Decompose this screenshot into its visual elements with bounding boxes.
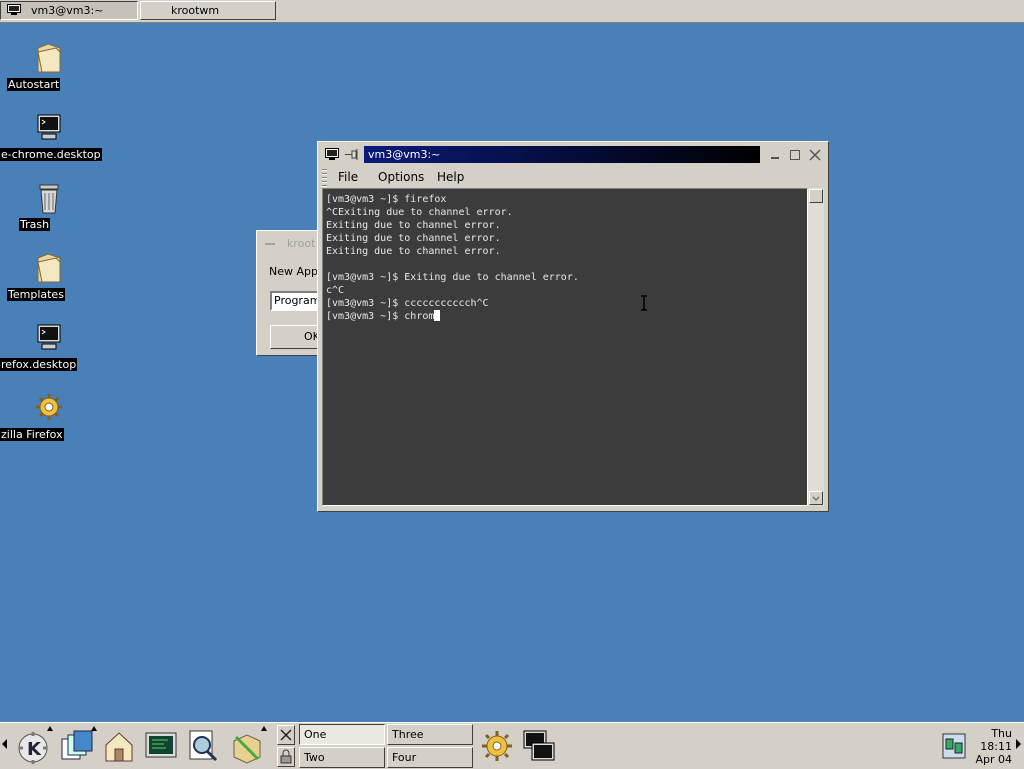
menu-file[interactable]: File bbox=[338, 169, 358, 185]
window-list-icon[interactable] bbox=[58, 727, 96, 765]
dialog-title: kroot bbox=[287, 237, 316, 250]
menubar-grip[interactable] bbox=[322, 169, 327, 187]
clock-date: Apr 04 bbox=[975, 753, 1012, 766]
terminal-icon[interactable] bbox=[325, 148, 339, 161]
folder-icon bbox=[37, 43, 61, 73]
menu-bar: File Options Help bbox=[320, 167, 826, 187]
folder-icon bbox=[37, 253, 61, 283]
minimize-icon[interactable] bbox=[768, 148, 782, 162]
terminal-icon bbox=[37, 114, 61, 140]
terminal-icon bbox=[37, 324, 61, 350]
menu-options[interactable]: Options bbox=[378, 169, 424, 185]
window-titlebar[interactable]: vm3@vm3:~ bbox=[320, 144, 826, 166]
network-monitor-icon[interactable] bbox=[942, 733, 966, 759]
terminal-prompt: [vm3@vm3 ~]$ bbox=[326, 311, 405, 322]
terminal-line: [vm3@vm3 ~]$ Exiting due to channel erro… bbox=[326, 272, 579, 283]
terminal-icon bbox=[7, 4, 21, 15]
terminal-text: [vm3@vm3 ~]$ firefox ^CExiting due to ch… bbox=[326, 193, 579, 323]
terminal-line: [vm3@vm3 ~]$ ccccccccccch^C bbox=[326, 298, 489, 309]
dialog-label: New Appl bbox=[269, 265, 322, 278]
lock-screen-button[interactable] bbox=[277, 747, 295, 767]
vertical-scrollbar[interactable] bbox=[808, 188, 824, 506]
terminal-icon[interactable] bbox=[520, 727, 558, 765]
gear-icon[interactable] bbox=[478, 727, 516, 765]
close-icon bbox=[280, 729, 292, 741]
chevron-down-icon bbox=[812, 496, 820, 501]
pin-icon[interactable] bbox=[344, 148, 360, 161]
maximize-icon[interactable] bbox=[788, 148, 802, 162]
clock-day: Thu bbox=[991, 727, 1012, 740]
close-window-button[interactable] bbox=[277, 725, 295, 745]
desktop-three-button[interactable]: Three bbox=[387, 724, 473, 745]
desktop-icon-label: Trash bbox=[19, 218, 51, 231]
panel-hide-left-arrow-icon[interactable] bbox=[2, 739, 7, 749]
desktop-two-button[interactable]: Two bbox=[299, 747, 385, 768]
scroll-up-button[interactable] bbox=[809, 189, 823, 203]
lock-icon bbox=[280, 749, 292, 764]
desktop-icon-label: zilla Firefox bbox=[0, 428, 64, 441]
task-label: krootwm bbox=[171, 4, 220, 17]
scroll-down-button[interactable] bbox=[809, 491, 823, 505]
terminal-window: vm3@vm3:~ File Options Help [vm3@vm3 ~]$… bbox=[317, 141, 829, 512]
ibeam-cursor-icon bbox=[641, 295, 647, 311]
terminal-line: ^CExiting due to channel error. bbox=[326, 207, 513, 218]
terminal-line: Exiting due to channel error. bbox=[326, 246, 501, 257]
desktop-icon-label: refox.desktop bbox=[0, 358, 78, 371]
terminal-current-input: chrom bbox=[404, 311, 435, 322]
minimize-icon[interactable] bbox=[265, 243, 275, 245]
bottom-panel: K One Three Two Four Thu 18:11 Apr 04 bbox=[0, 722, 1024, 769]
k-menu-icon[interactable]: K bbox=[14, 727, 52, 765]
task-button-krootwm[interactable]: krootwm bbox=[140, 1, 276, 20]
window-list-arrow-icon[interactable] bbox=[91, 726, 97, 731]
panel-hide-right-arrow-icon[interactable] bbox=[1016, 739, 1021, 749]
trash-icon bbox=[39, 184, 59, 214]
terminal-line: c^C bbox=[326, 285, 345, 296]
close-icon[interactable] bbox=[808, 148, 822, 162]
menu-help[interactable]: Help bbox=[437, 169, 464, 185]
gear-icon bbox=[36, 394, 62, 420]
terminal-line: [vm3@vm3 ~]$ firefox bbox=[326, 194, 447, 205]
desktop-icon-label: Templates bbox=[7, 288, 65, 301]
k-menu-arrow-icon[interactable] bbox=[47, 726, 53, 731]
terminal-line: Exiting due to channel error. bbox=[326, 233, 501, 244]
terminal-line: Exiting due to channel error. bbox=[326, 220, 501, 231]
desktop-one-button[interactable]: One bbox=[299, 724, 385, 745]
clock-time: 18:11 bbox=[980, 740, 1012, 753]
clock[interactable]: Thu 18:11 Apr 04 bbox=[970, 727, 1012, 766]
svg-text:K: K bbox=[27, 739, 42, 760]
desktop-icon-label: Autostart bbox=[7, 78, 61, 91]
top-taskbar: vm3@vm3:~ krootwm bbox=[0, 0, 1024, 23]
tools-menu-arrow-icon[interactable] bbox=[261, 726, 267, 731]
konsole-icon[interactable] bbox=[142, 727, 180, 765]
terminal-output[interactable]: [vm3@vm3 ~]$ firefox ^CExiting due to ch… bbox=[322, 188, 808, 506]
task-label: vm3@vm3:~ bbox=[31, 4, 104, 17]
text-cursor bbox=[434, 310, 441, 321]
desktop-four-button[interactable]: Four bbox=[387, 747, 473, 768]
home-folder-icon[interactable] bbox=[100, 727, 138, 765]
find-files-icon[interactable] bbox=[184, 727, 222, 765]
package-tools-icon[interactable] bbox=[228, 727, 266, 765]
task-button-terminal[interactable]: vm3@vm3:~ bbox=[0, 1, 138, 20]
window-title: vm3@vm3:~ bbox=[364, 146, 760, 163]
desktop-icon-label: e-chrome.desktop bbox=[0, 148, 102, 161]
